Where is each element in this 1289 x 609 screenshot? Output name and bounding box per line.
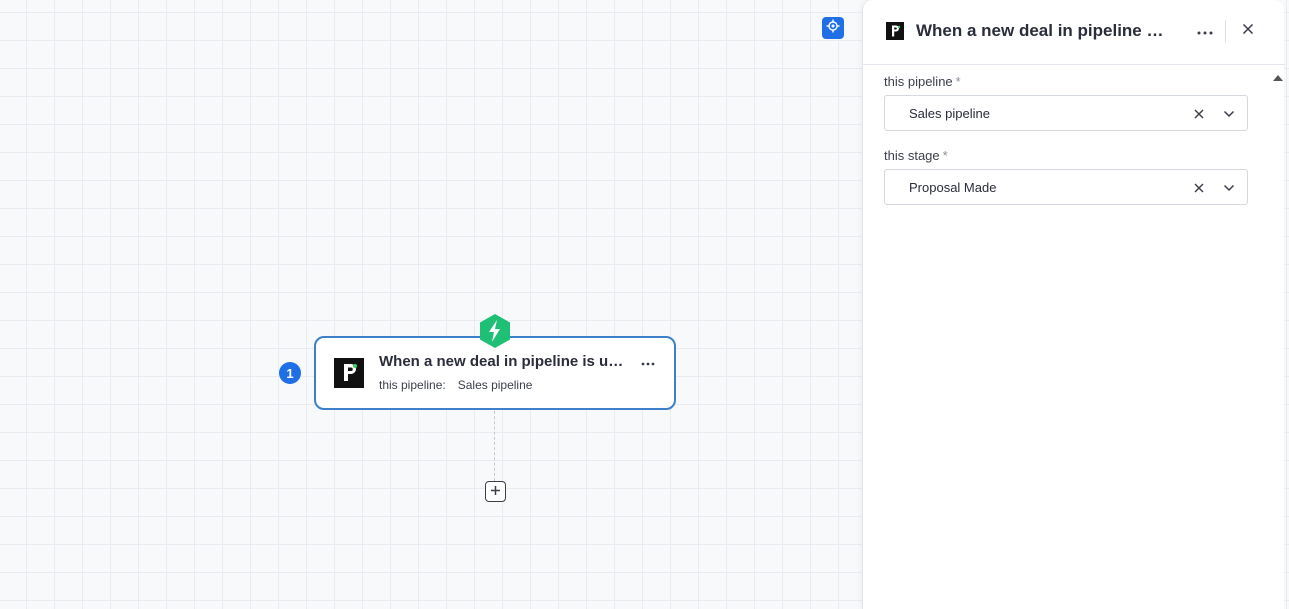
stage-select[interactable]: Proposal Made: [884, 169, 1248, 205]
pipeline-select-value: Sales pipeline: [909, 106, 990, 121]
scroll-up-arrow-icon[interactable]: [1273, 75, 1283, 81]
trigger-badge: [478, 313, 512, 354]
node-parameter: this pipeline: Sales pipeline: [379, 378, 532, 392]
close-panel-button[interactable]: [1237, 20, 1259, 42]
panel-menu-button[interactable]: [1193, 20, 1217, 42]
clear-icon[interactable]: [1191, 180, 1207, 196]
pipeline-field-label: this pipeline *: [884, 74, 961, 89]
required-mark: *: [955, 74, 961, 89]
required-mark: *: [942, 148, 948, 163]
add-step-button[interactable]: [485, 481, 506, 502]
panel-body: this pipeline * Sales pipeline this stage…: [863, 65, 1273, 609]
recenter-button[interactable]: [822, 17, 844, 39]
pipedrive-logo: [886, 22, 904, 40]
clear-icon[interactable]: [1191, 106, 1207, 122]
stage-label-text: this stage: [884, 148, 940, 163]
panel-title: When a new deal in pipeline is updated: [916, 21, 1166, 40]
workflow-canvas[interactable]: 1 When a new deal in pipeline is updated…: [0, 0, 862, 609]
step-number-badge: 1: [279, 362, 301, 384]
chevron-down-icon[interactable]: [1221, 180, 1237, 196]
connector-line: [494, 411, 495, 481]
pipeline-select[interactable]: Sales pipeline: [884, 95, 1248, 131]
lightning-icon: [478, 313, 512, 354]
plus-square-icon: [490, 483, 501, 501]
stage-field-label: this stage *: [884, 148, 948, 163]
more-horizontal-icon: [1197, 22, 1213, 40]
step-config-panel: When a new deal in pipeline is updated: [862, 0, 1285, 609]
panel-scrollbar[interactable]: [1270, 72, 1284, 609]
pipedrive-logo: [334, 358, 364, 388]
panel-header: When a new deal in pipeline is updated: [863, 0, 1285, 65]
stage-select-value: Proposal Made: [909, 180, 997, 195]
pipeline-label-text: this pipeline: [884, 74, 953, 89]
node-param-value: Sales pipeline: [457, 378, 533, 392]
header-divider: [1225, 20, 1226, 42]
node-title: When a new deal in pipeline is updated: [379, 353, 631, 370]
close-icon: [1242, 22, 1254, 40]
node-param-label: this pipeline:: [379, 378, 446, 392]
node-menu-button[interactable]: [638, 352, 658, 372]
chevron-down-icon[interactable]: [1221, 106, 1237, 122]
crosshair-icon: [826, 19, 840, 38]
more-horizontal-icon: [641, 353, 655, 371]
